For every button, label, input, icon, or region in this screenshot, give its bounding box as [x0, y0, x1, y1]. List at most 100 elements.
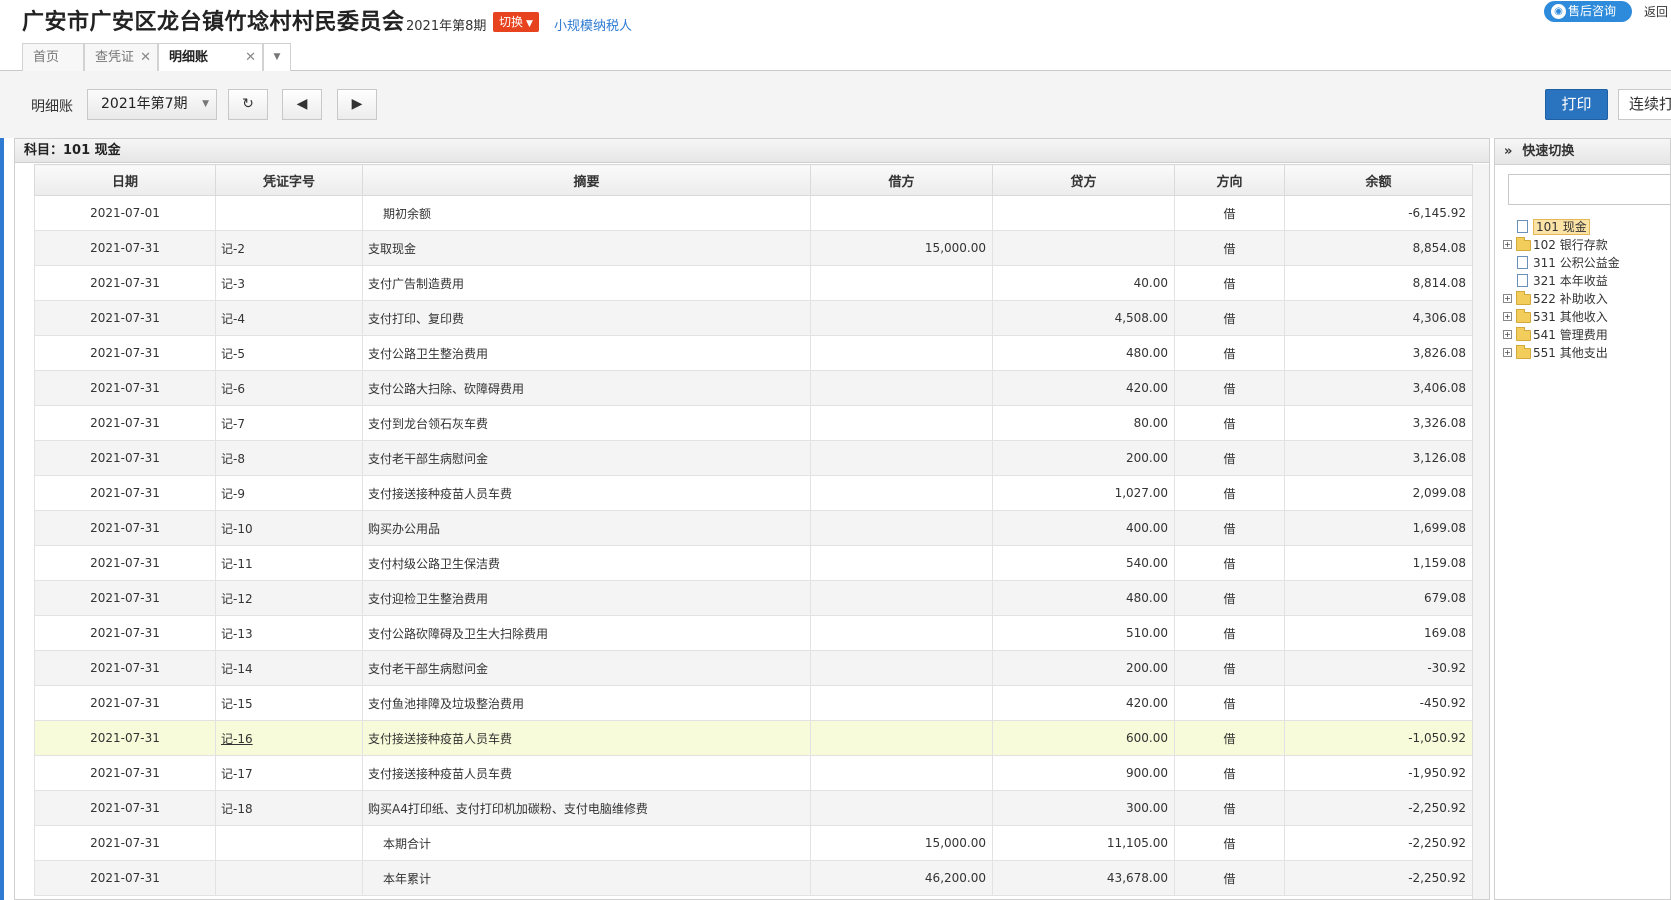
table-row[interactable]: 2021-07-31 本期合计 15,000.00 11,105.00 借 -2,250.… [34, 825, 1473, 861]
cell-voucher[interactable]: 记-18 [215, 790, 363, 826]
column-header-voucher[interactable]: 凭证字号 [215, 164, 363, 196]
tree-item[interactable]: +531 其他收入 [1503, 308, 1620, 326]
tree-item-label: 522 补助收入 [1533, 292, 1608, 306]
voucher-link[interactable]: 记-2 [221, 242, 245, 256]
after-sales-consult-button[interactable]: ◉ 售后咨询 [1544, 1, 1632, 22]
voucher-link[interactable]: 记-11 [221, 557, 253, 571]
tree-item[interactable]: +551 其他支出 [1503, 344, 1620, 362]
column-header-debit[interactable]: 借方 [810, 164, 993, 196]
table-row[interactable]: 2021-07-31 记-5 支付公路卫生整治费用 480.00 借 3,826.08 [34, 335, 1473, 371]
column-header-balance[interactable]: 余额 [1284, 164, 1473, 196]
voucher-link[interactable]: 记-7 [221, 417, 245, 431]
table-row[interactable]: 2021-07-31 记-17 支付接送接种疫苗人员车费 900.00 借 -1,950.… [34, 755, 1473, 791]
subject-search-input[interactable] [1508, 174, 1670, 205]
table-row[interactable]: 2021-07-31 记-11 支付村级公路卫生保洁费 540.00 借 1,159.08 [34, 545, 1473, 581]
table-row[interactable]: 2021-07-31 记-16 支付接送接种疫苗人员车费 600.00 借 -1,050.… [34, 720, 1473, 756]
cell-voucher[interactable]: 记-4 [215, 300, 363, 336]
expand-icon[interactable]: + [1503, 348, 1512, 357]
vertical-scrollbar[interactable] [1472, 164, 1489, 899]
cell-voucher[interactable]: 记-5 [215, 335, 363, 371]
table-row[interactable]: 2021-07-31 记-12 支付迎检卫生整治费用 480.00 借 679.08 [34, 580, 1473, 616]
switch-period-button[interactable]: 切换 ▼ [493, 12, 539, 32]
print-button[interactable]: 打印 [1545, 89, 1608, 120]
table-row[interactable]: 2021-07-31 记-10 购买办公用品 400.00 借 1,699.08 [34, 510, 1473, 546]
period-select[interactable]: 2021年第7期 ▼ [87, 89, 217, 120]
continuous-print-button[interactable]: 连续打印 [1618, 89, 1671, 120]
table-row[interactable]: 2021-07-31 记-4 支付打印、复印费 4,508.00 借 4,306.08 [34, 300, 1473, 336]
table-row[interactable]: 2021-07-31 记-15 支付鱼池排障及垃圾整治费用 420.00 借 -450.9… [34, 685, 1473, 721]
tree-item[interactable]: +522 补助收入 [1503, 290, 1620, 308]
cell-voucher[interactable]: 记-6 [215, 370, 363, 406]
tree-item[interactable]: 321 本年收益 [1503, 272, 1620, 290]
expand-icon[interactable]: + [1503, 312, 1512, 321]
ledger-toolbar: 明细账 2021年第7期 ▼ ↻ ◀ ▶ 打印 连续打印 [0, 71, 1671, 138]
cell-voucher[interactable]: 记-3 [215, 265, 363, 301]
close-icon[interactable]: ✕ [140, 44, 151, 71]
voucher-link[interactable]: 记-4 [221, 312, 245, 326]
double-chevron-right-icon[interactable]: » [1504, 144, 1512, 159]
return-link[interactable]: 返回 [1644, 3, 1668, 20]
column-header-summary[interactable]: 摘要 [362, 164, 811, 196]
cell-voucher[interactable]: 记-12 [215, 580, 363, 616]
next-button[interactable]: ▶ [337, 89, 377, 120]
cell-date: 2021-07-31 [34, 300, 216, 336]
tree-item[interactable]: +541 管理费用 [1503, 326, 1620, 344]
refresh-button[interactable]: ↻ [228, 89, 268, 120]
voucher-link[interactable]: 记-15 [221, 697, 253, 711]
expand-icon[interactable]: + [1503, 294, 1512, 303]
cell-voucher[interactable]: 记-9 [215, 475, 363, 511]
tab-detail-ledger[interactable]: 明细账 ✕ [158, 43, 263, 72]
tree-item[interactable]: 101 现金 [1503, 218, 1620, 236]
voucher-link[interactable]: 记-3 [221, 277, 245, 291]
voucher-link[interactable]: 记-5 [221, 347, 245, 361]
cell-voucher[interactable]: 记-13 [215, 615, 363, 651]
tree-item[interactable]: +102 银行存款 [1503, 236, 1620, 254]
tab-voucher-query[interactable]: 查凭证 ✕ [84, 43, 158, 71]
table-row[interactable]: 2021-07-31 本年累计 46,200.00 43,678.00 借 -2,250.… [34, 860, 1473, 896]
voucher-link[interactable]: 记-10 [221, 522, 253, 536]
table-row[interactable]: 2021-07-31 记-3 支付广告制造费用 40.00 借 8,814.08 [34, 265, 1473, 301]
voucher-link[interactable]: 记-12 [221, 592, 253, 606]
column-header-direction[interactable]: 方向 [1174, 164, 1285, 196]
cell-voucher[interactable]: 记-8 [215, 440, 363, 476]
tree-item[interactable]: 311 公积公益金 [1503, 254, 1620, 272]
cell-text: 2021-07-31 [90, 871, 160, 885]
column-header-credit[interactable]: 贷方 [992, 164, 1175, 196]
column-header-date[interactable]: 日期 [34, 164, 216, 196]
tab-home[interactable]: 首页 [22, 43, 84, 71]
voucher-link[interactable]: 记-16 [221, 732, 253, 746]
expand-icon[interactable]: + [1503, 240, 1512, 249]
table-row[interactable]: 2021-07-01 期初余额 借 -6,145.92 [34, 195, 1473, 231]
voucher-link[interactable]: 记-14 [221, 662, 253, 676]
cell-voucher[interactable]: 记-11 [215, 545, 363, 581]
taxpayer-type-link[interactable]: 小规模纳税人 [554, 15, 632, 34]
cell-voucher[interactable]: 记-17 [215, 755, 363, 791]
table-row[interactable]: 2021-07-31 记-7 支付到龙台领石灰车费 80.00 借 3,326.08 [34, 405, 1473, 441]
cell-voucher[interactable]: 记-16 [215, 720, 363, 756]
voucher-link[interactable]: 记-17 [221, 767, 253, 781]
voucher-link[interactable]: 记-6 [221, 382, 245, 396]
table-row[interactable]: 2021-07-31 记-13 支付公路砍障碍及卫生大扫除费用 510.00 借 169.… [34, 615, 1473, 651]
table-row[interactable]: 2021-07-31 记-14 支付老干部生病慰问金 200.00 借 -30.92 [34, 650, 1473, 686]
voucher-link[interactable]: 记-18 [221, 802, 253, 816]
expand-icon[interactable]: + [1503, 330, 1512, 339]
close-icon[interactable]: ✕ [245, 44, 256, 71]
cell-voucher[interactable]: 记-2 [215, 230, 363, 266]
cell-voucher[interactable]: 记-15 [215, 685, 363, 721]
table-row[interactable]: 2021-07-31 记-18 购买A4打印纸、支付打印机加碳粉、支付电脑维修费 30… [34, 790, 1473, 826]
cell-voucher[interactable]: 记-7 [215, 405, 363, 441]
voucher-link[interactable]: 记-8 [221, 452, 245, 466]
cell-voucher[interactable]: 记-10 [215, 510, 363, 546]
cell-voucher[interactable]: 记-14 [215, 650, 363, 686]
cell-date: 2021-07-31 [34, 265, 216, 301]
table-row[interactable]: 2021-07-31 记-8 支付老干部生病慰问金 200.00 借 3,126.08 [34, 440, 1473, 476]
cell-text: 借 [1223, 696, 1236, 711]
voucher-link[interactable]: 记-13 [221, 627, 253, 641]
previous-button[interactable]: ◀ [282, 89, 322, 120]
voucher-link[interactable]: 记-9 [221, 487, 245, 501]
table-row[interactable]: 2021-07-31 记-6 支付公路大扫除、砍障碍费用 420.00 借 3,406.0… [34, 370, 1473, 406]
tab-menu-dropdown[interactable]: ▼ [263, 43, 291, 71]
cell-date: 2021-07-31 [34, 790, 216, 826]
table-row[interactable]: 2021-07-31 记-2 支取现金 15,000.00 借 8,854.08 [34, 230, 1473, 266]
table-row[interactable]: 2021-07-31 记-9 支付接送接种疫苗人员车费 1,027.00 借 2,099.… [34, 475, 1473, 511]
